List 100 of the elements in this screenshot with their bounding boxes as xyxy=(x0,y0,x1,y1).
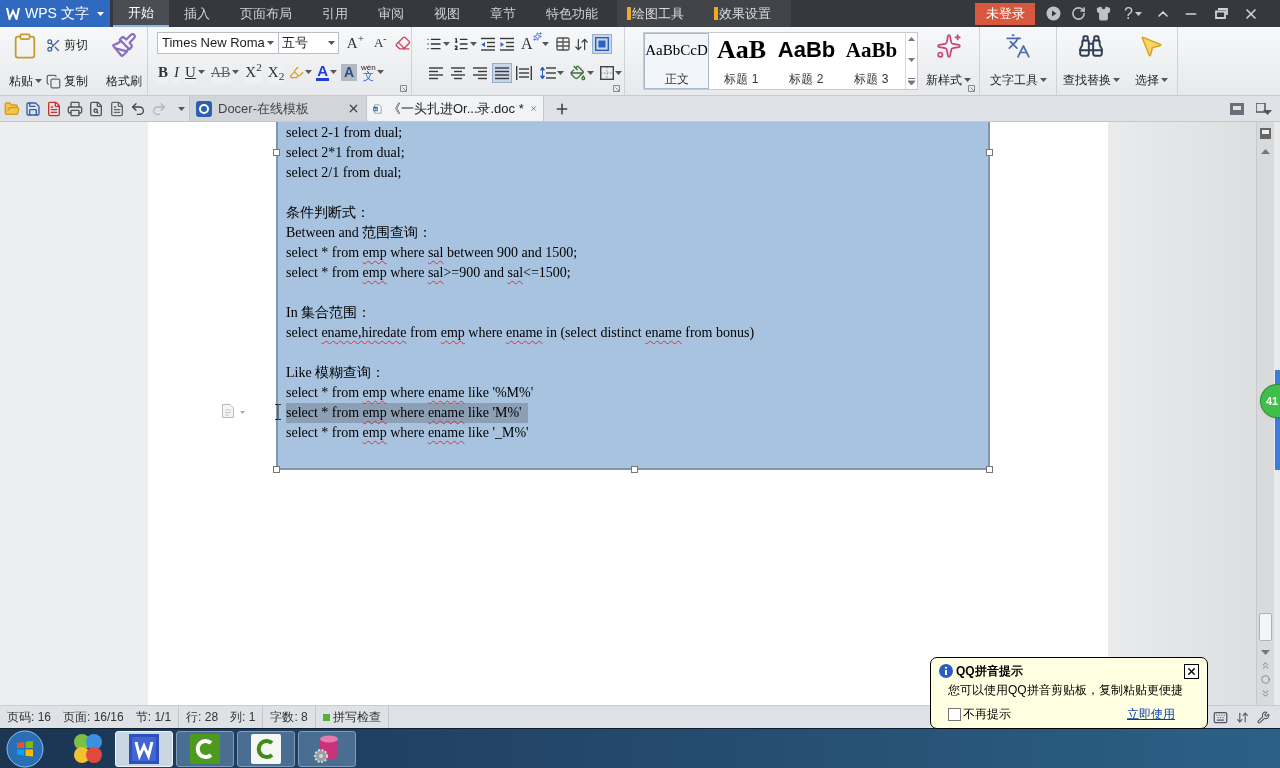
context-tab[interactable]: 效果设置 xyxy=(704,0,791,27)
document-tab[interactable]: Docer-在线模板 xyxy=(190,96,367,121)
distribute-button[interactable] xyxy=(514,63,534,83)
context-tab[interactable]: 绘图工具 xyxy=(617,0,704,27)
resize-handle[interactable] xyxy=(631,466,638,473)
select-button[interactable]: 选择 xyxy=(1134,33,1168,89)
wrench-icon[interactable] xyxy=(1257,710,1270,724)
c-shape-tile-icon xyxy=(251,733,281,764)
taskbar-app-button[interactable] xyxy=(298,730,356,767)
panel-icon[interactable] xyxy=(1230,102,1244,115)
format-painter-button[interactable]: 格式刷 xyxy=(102,32,146,90)
style-item[interactable]: AaBb 标题 3 xyxy=(839,33,904,89)
scroll-up-icon[interactable] xyxy=(1261,149,1270,154)
help-button[interactable]: ? xyxy=(1116,1,1150,26)
printer-icon[interactable] xyxy=(67,100,83,117)
menu-tab[interactable]: 插入 xyxy=(169,0,225,27)
highlighter-icon xyxy=(289,64,305,80)
font-name-field[interactable]: Times New Roma xyxy=(157,32,279,54)
undo-icon[interactable] xyxy=(130,100,146,117)
bullets-button[interactable] xyxy=(426,36,450,52)
start-orb-icon[interactable] xyxy=(6,729,44,768)
dialog-launcher-icon[interactable] xyxy=(968,85,975,92)
menu-tab[interactable]: 引用 xyxy=(307,0,363,27)
menu-tab[interactable]: 审阅 xyxy=(363,0,419,27)
scroll-down-icon[interactable] xyxy=(908,57,915,62)
line-spacing-button[interactable] xyxy=(540,66,564,80)
grow-font-button[interactable]: A$^{+}$ xyxy=(344,31,367,55)
close-tab-icon[interactable] xyxy=(347,102,360,115)
text-line: select 2-1 from dual; xyxy=(286,124,403,142)
file-search-icon[interactable] xyxy=(88,100,104,117)
text-effect-button[interactable]: A xyxy=(521,32,549,56)
shading-button[interactable] xyxy=(570,65,594,81)
paste-button[interactable]: 粘贴 xyxy=(4,32,46,90)
highlight-button[interactable] xyxy=(289,64,313,80)
text-line: select 2*1 from dual; xyxy=(286,144,405,162)
close-button[interactable] xyxy=(1184,663,1199,679)
decrease-indent-icon[interactable] xyxy=(480,37,496,51)
app-tile-icon xyxy=(129,733,159,764)
arrows-icon[interactable] xyxy=(1236,710,1249,724)
scrollbar-thumb[interactable] xyxy=(1259,613,1272,641)
style-item[interactable]: AaBbCcD 正文 xyxy=(644,33,709,89)
sort-icon[interactable] xyxy=(573,36,589,52)
scroll-down-icon[interactable] xyxy=(1261,650,1270,655)
find-replace-button[interactable]: 查找替换 xyxy=(1062,33,1120,89)
increase-indent-icon[interactable] xyxy=(499,37,515,51)
play-circle-icon[interactable] xyxy=(1046,6,1061,21)
shirt-icon[interactable] xyxy=(1096,6,1111,21)
dialog-launcher-icon[interactable] xyxy=(400,85,407,92)
checkbox[interactable] xyxy=(948,707,961,721)
resize-handle[interactable] xyxy=(986,466,993,473)
text-line: In 集合范围： xyxy=(286,304,372,322)
taskbar-app-button[interactable] xyxy=(176,730,234,767)
font-color-button[interactable]: A xyxy=(316,63,338,81)
table-icon[interactable] xyxy=(554,36,571,52)
text-line: Like 模糊查询： xyxy=(286,364,386,382)
notification-title: QQ拼音提示 xyxy=(956,663,1023,680)
document-icon[interactable] xyxy=(109,100,125,117)
menu-tab[interactable]: 页面布局 xyxy=(225,0,307,27)
rotate-icon[interactable] xyxy=(1071,6,1086,21)
new-style-button[interactable]: 新样式 xyxy=(926,33,971,89)
resize-handle[interactable] xyxy=(273,466,280,473)
restore-icon[interactable] xyxy=(1214,8,1228,19)
caret-icon xyxy=(327,41,335,45)
save-icon[interactable] xyxy=(25,100,41,117)
style-item[interactable]: AaB 标题 1 xyxy=(709,33,774,89)
keyboard-icon[interactable] xyxy=(1213,709,1228,725)
page-view-icon[interactable] xyxy=(1260,128,1271,139)
resize-handle[interactable] xyxy=(986,149,993,156)
cut-button[interactable]: 剪切 xyxy=(46,36,102,54)
menu-tab[interactable]: 开始 xyxy=(113,0,169,27)
superscript-button[interactable]: X$^{2}$ xyxy=(244,62,263,82)
shrink-font-button[interactable]: A$^{-}$ xyxy=(369,33,392,53)
app-menu-button[interactable]: WPS 文字 xyxy=(0,0,110,27)
font-size-field[interactable]: 五号 xyxy=(279,32,339,54)
caret-icon xyxy=(1039,78,1047,82)
text-tools-button[interactable]: 文字工具 xyxy=(989,33,1047,89)
menu-tab[interactable]: 章节 xyxy=(475,0,531,27)
character-shading-button[interactable]: A xyxy=(341,63,358,81)
use-now-link[interactable]: 立即使用 xyxy=(1127,705,1175,723)
close-icon xyxy=(1186,665,1197,677)
menu-tab[interactable]: 视图 xyxy=(419,0,475,27)
resize-handle[interactable] xyxy=(273,149,280,156)
login-button[interactable]: 未登录 xyxy=(975,2,1035,25)
copy-button[interactable]: 复制 xyxy=(46,72,102,90)
dialog-launcher-icon[interactable] xyxy=(613,85,620,92)
eraser-icon[interactable] xyxy=(395,35,411,51)
numbering-button[interactable] xyxy=(453,36,477,52)
taskbar-app-button[interactable] xyxy=(237,730,295,767)
borders-button[interactable] xyxy=(600,66,622,80)
menu-tab[interactable]: 特色功能 xyxy=(531,0,613,27)
scroll-up-icon[interactable] xyxy=(908,37,915,41)
frame-toggle-button[interactable] xyxy=(591,34,612,54)
justify-button[interactable] xyxy=(492,63,512,83)
status-text: 行: 28 xyxy=(186,709,219,726)
document-tab[interactable]: 《一头扎进Or...录.doc * xyxy=(367,96,544,121)
file-icon[interactable] xyxy=(46,100,62,117)
phonetic-guide-button[interactable]: wén 文 xyxy=(361,63,384,81)
more-icon[interactable] xyxy=(908,78,915,85)
list-dropdown-icon[interactable] xyxy=(1256,102,1272,115)
style-item[interactable]: AaBb 标题 2 xyxy=(774,33,839,89)
